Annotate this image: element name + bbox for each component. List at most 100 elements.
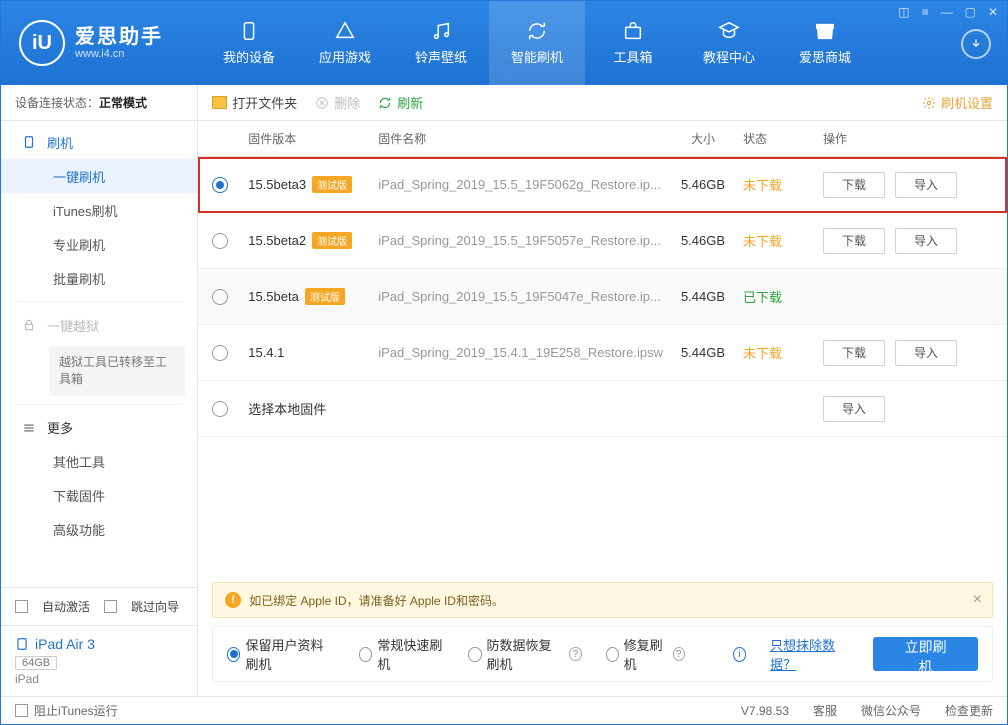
flash-settings-button[interactable]: 刷机设置 (922, 93, 993, 112)
minimize-icon[interactable]: — (938, 5, 956, 19)
firmware-size: 5.46GB (663, 177, 743, 192)
flash-now-button[interactable]: 立即刷机 (873, 637, 978, 671)
skip-guide-checkbox[interactable] (104, 600, 117, 613)
firmware-name: iPad_Spring_2019_15.4.1_19E258_Restore.i… (378, 345, 663, 360)
sidebar-flash[interactable]: 刷机 (1, 125, 197, 159)
mode-radio[interactable] (227, 647, 240, 662)
mode-radio[interactable] (606, 647, 619, 662)
sidebar-pro-flash[interactable]: 专业刷机 (1, 227, 197, 261)
folder-icon (212, 96, 227, 109)
import-button[interactable]: 导入 (895, 340, 957, 366)
window-controls: ◫ ≡ — ▢ ✕ (895, 5, 1001, 19)
jailbreak-note: 越狱工具已转移至工具箱 (49, 346, 185, 396)
mode-normal[interactable]: 常规快速刷机 (359, 635, 444, 673)
device-name: iPad Air 3 (35, 636, 95, 652)
auto-activate-checkbox[interactable] (15, 600, 28, 613)
notice-text: 如已绑定 Apple ID，请准备好 Apple ID和密码。 (249, 592, 504, 609)
sidebar-oneclick-flash[interactable]: 一键刷机 (1, 159, 197, 193)
download-button[interactable]: 下载 (823, 340, 885, 366)
nav-label: 爱思商城 (799, 47, 851, 66)
firmware-radio[interactable] (212, 177, 228, 193)
download-manager-button[interactable] (961, 29, 991, 59)
firmware-size: 5.44GB (663, 289, 743, 304)
firmware-row[interactable]: 15.5beta2测试版iPad_Spring_2019_15.5_19F505… (198, 213, 1007, 269)
tools-icon (622, 20, 644, 42)
refresh-button[interactable]: 刷新 (378, 93, 423, 112)
firmware-radio[interactable] (212, 289, 228, 305)
delete-button[interactable]: 删除 (315, 93, 360, 112)
sidebar-more-label: 更多 (47, 418, 73, 437)
nav-store[interactable]: 爱思商城 (777, 1, 873, 85)
import-button[interactable]: 导入 (895, 228, 957, 254)
nav-label: 我的设备 (223, 47, 275, 66)
tablet-icon (15, 637, 29, 651)
device-info[interactable]: iPad Air 3 64GB iPad (1, 625, 197, 696)
nav-tools[interactable]: 工具箱 (585, 1, 681, 85)
device-capacity: 64GB (15, 656, 57, 670)
mode-keep[interactable]: 保留用户资料刷机 (227, 635, 335, 673)
download-button[interactable]: 下载 (823, 228, 885, 254)
auto-activate-label: 自动激活 (42, 598, 90, 615)
firmware-version: 15.5beta3 (248, 177, 306, 192)
firmware-row[interactable]: 15.4.1iPad_Spring_2019_15.4.1_19E258_Res… (198, 325, 1007, 381)
mode-radio[interactable] (468, 647, 481, 662)
local-firmware-label: 选择本地固件 (248, 399, 326, 418)
skin-icon[interactable]: ◫ (895, 5, 912, 19)
firmware-row[interactable]: 15.5beta测试版iPad_Spring_2019_15.5_19F5047… (198, 269, 1007, 325)
block-itunes-checkbox[interactable] (15, 704, 28, 717)
import-button[interactable]: 导入 (823, 396, 885, 422)
apps-icon (334, 20, 356, 42)
maximize-icon[interactable]: ▢ (962, 5, 979, 19)
device-type: iPad (15, 672, 183, 686)
check-update-link[interactable]: 检查更新 (945, 702, 993, 719)
wechat-link[interactable]: 微信公众号 (861, 702, 921, 719)
mode-label: 保留用户资料刷机 (245, 635, 335, 673)
firmware-radio[interactable] (212, 233, 228, 249)
nav-flash[interactable]: 智能刷机 (489, 1, 585, 85)
help-icon[interactable]: ? (673, 647, 685, 661)
sidebar-more[interactable]: 更多 (1, 411, 197, 445)
firmware-version: 15.5beta2 (248, 233, 306, 248)
erase-data-link[interactable]: 只想抹除数据？ (770, 635, 849, 673)
firmware-radio[interactable] (212, 401, 228, 417)
local-firmware-row[interactable]: 选择本地固件 导入 (198, 381, 1007, 437)
main-panel: 打开文件夹 删除 刷新 刷机设置 固件版本 固件名称 大小 状态 操作 15.5… (198, 85, 1007, 696)
mode-label: 防数据恢复刷机 (487, 635, 565, 673)
sidebar: 设备连接状态：正常模式 刷机 一键刷机 iTunes刷机 专业刷机 批量刷机 一… (1, 85, 198, 696)
firmware-size: 5.46GB (663, 233, 743, 248)
col-version: 固件版本 (248, 130, 378, 147)
sidebar-advanced[interactable]: 高级功能 (1, 513, 197, 547)
close-icon[interactable]: ✕ (985, 5, 1001, 19)
sidebar-jailbreak-label: 一键越狱 (47, 316, 99, 335)
sidebar-itunes-flash[interactable]: iTunes刷机 (1, 193, 197, 227)
notice-close-button[interactable]: × (973, 591, 982, 609)
mode-radio[interactable] (359, 647, 372, 662)
nav-label: 工具箱 (613, 47, 652, 66)
help-icon[interactable]: ? (569, 647, 581, 661)
sidebar-batch-flash[interactable]: 批量刷机 (1, 261, 197, 295)
beta-tag: 测试版 (305, 288, 345, 305)
nav-apps[interactable]: 应用游戏 (297, 1, 393, 85)
firmware-row[interactable]: 15.5beta3测试版iPad_Spring_2019_15.5_19F506… (198, 157, 1007, 213)
menu-icon[interactable]: ≡ (919, 5, 932, 19)
nav-ring[interactable]: 铃声壁纸 (393, 1, 489, 85)
download-button[interactable]: 下载 (823, 172, 885, 198)
support-link[interactable]: 客服 (813, 702, 837, 719)
warning-icon: ! (225, 592, 241, 608)
nav-label: 铃声壁纸 (415, 47, 467, 66)
device-icon (238, 20, 260, 42)
col-status: 状态 (743, 130, 823, 147)
nav-tutorial[interactable]: 教程中心 (681, 1, 777, 85)
open-folder-button[interactable]: 打开文件夹 (212, 93, 297, 112)
import-button[interactable]: 导入 (895, 172, 957, 198)
flash-icon (526, 20, 548, 42)
mode-repair[interactable]: 修复刷机? (606, 635, 685, 673)
nav-device[interactable]: 我的设备 (201, 1, 297, 85)
firmware-status: 未下载 (743, 343, 823, 362)
sidebar-download-firmware[interactable]: 下载固件 (1, 479, 197, 513)
mode-anti[interactable]: 防数据恢复刷机? (468, 635, 581, 673)
sidebar-other-tools[interactable]: 其他工具 (1, 445, 197, 479)
col-ops: 操作 (823, 130, 993, 147)
firmware-radio[interactable] (212, 345, 228, 361)
tutorial-icon (718, 20, 740, 42)
